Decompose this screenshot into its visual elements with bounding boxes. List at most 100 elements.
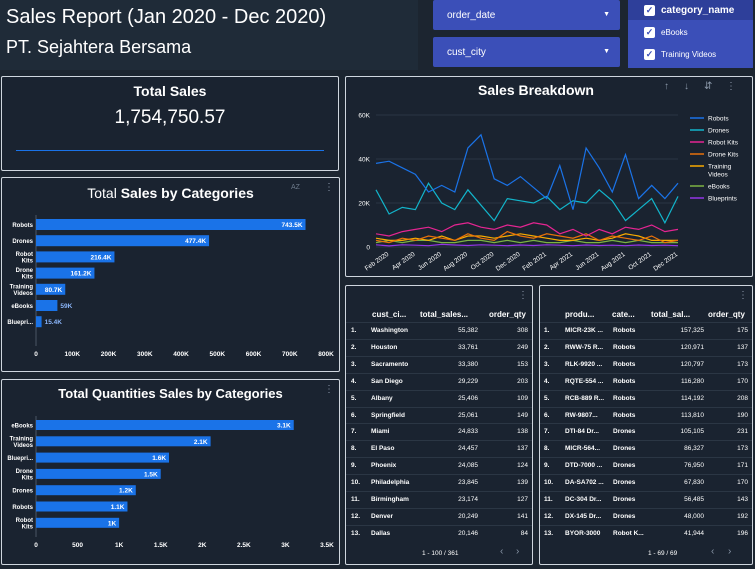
category-option-training-videos[interactable]: ✓ Training Videos [628,44,753,64]
city-table-cell: 149 [517,411,528,419]
column-header-total-sales[interactable]: total_sales... [420,310,468,319]
arrow-down-icon[interactable]: ↓ [684,81,689,92]
next-page-icon[interactable]: › [516,546,519,557]
more-options-icon[interactable]: ⋮ [726,81,736,92]
product-table-row[interactable]: 1. MICR-23K ... Robots 157,325 175 [540,322,752,339]
product-table-row[interactable]: 9. DTD-7000 ... Drones 76,950 171 [540,457,752,474]
product-table-cell: MICR-23K ... [565,327,603,334]
product-table-cell: 12. [544,512,554,520]
breakdown-x-tick-label: Oct 2020 [470,251,496,272]
city-table-cell: 10. [351,479,361,487]
sales-cat-tick-label: 100K [64,351,80,358]
city-table-row[interactable]: 9. Phoenix 24,085 124 [346,457,532,474]
product-table-row[interactable]: 5. RCB-889 R... Robots 114,192 208 [540,389,752,407]
sales-cat-tick-label: 0 [34,351,38,358]
city-table-row[interactable]: 8. El Paso 24,457 137 [346,440,532,457]
product-table-row[interactable]: 4. RQTE-554 ... Robots 116,280 170 [540,372,752,390]
product-table-cell: RQTE-554 ... [565,377,604,385]
city-table-row[interactable]: 10. Philadelphia 23,845 139 [346,474,532,491]
qty-by-categories-chart: Total Quantities Sales by Categories ⋮ 0… [1,379,340,565]
column-header-order-qty[interactable]: order_qty [708,310,745,319]
product-table-row[interactable]: 12. DX-145 Dr... Drones 48,000 192 [540,507,752,525]
prev-page-icon[interactable]: ‹ [711,546,714,557]
qty-cat-category-label: Drone [16,469,34,475]
breakdown-x-tick-label: Aug 2020 [442,251,469,273]
column-header-product[interactable]: produ... [565,310,594,319]
city-table-cell: Denver [371,512,394,520]
city-table-row[interactable]: 2. Houston 33,761 249 [346,338,532,356]
sales-cat-category-label: Bluepri... [7,320,33,326]
product-table-row[interactable]: 6. RW-9807... Robots 113,810 190 [540,406,752,424]
product-table-row[interactable]: 7. DTI-84 Dr... Drones 105,105 231 [540,423,752,440]
chevron-down-icon: ▼ [603,11,610,18]
city-table-row[interactable]: 4. San Diego 29,229 203 [346,372,532,390]
product-table-cell: 173 [737,445,748,453]
qty-cat-data-label: 1.2K [119,488,133,495]
city-table-row[interactable]: 13. Dallas 20,146 84 [346,524,532,542]
city-table-row[interactable]: 3. Sacramento 33,380 153 [346,355,532,373]
arrow-up-icon[interactable]: ↑ [664,81,669,92]
sales-cat-tick-label: 800K [318,351,334,358]
breakdown-x-tick-label: Oct 2021 [627,251,653,272]
qty-cat-category-label: Kits [22,524,34,530]
product-table-row[interactable]: 2. RWW-75 R... Robots 120,971 137 [540,338,752,356]
sales-breakdown-chart: Sales Breakdown ↑ ↓ ⇵ ⋮ 0 20K 40K 60K Feb 20… [345,76,753,277]
column-header-cust-city[interactable]: cust_ci... [372,310,406,319]
product-table-cell: Drones [613,445,636,453]
city-table-cell: Phoenix [371,462,397,470]
order-date-filter[interactable]: order_date ▼ [433,0,620,30]
sort-icon[interactable]: AZ [291,184,300,191]
city-table-cell: Washington [371,327,408,334]
city-table-row[interactable]: 7. Miami 24,833 138 [346,423,532,440]
more-options-icon[interactable]: ⋮ [324,384,334,395]
cust-city-filter[interactable]: cust_city ▼ [433,37,620,67]
sales-cat-tick-label: 600K [246,351,262,358]
column-header-total-sales[interactable]: total_sal... [651,310,690,319]
product-table-cell: Drones [613,479,636,487]
product-table-row[interactable]: 8. MICR-564... Drones 86,327 173 [540,440,752,457]
product-table-row[interactable]: 11. DC-304 Dr... Drones 56,485 143 [540,491,752,508]
more-options-icon[interactable]: ⋮ [738,290,748,301]
product-table-cell: 48,000 [684,512,704,520]
product-table-cell: RW-9807... [565,411,598,419]
sales-by-categories-title-bold: Sales by Categories [120,185,254,201]
city-table-cell: 33,380 [458,360,478,368]
product-table-row[interactable]: 3. RLK-9920 ... Robots 120,797 173 [540,355,752,373]
category-filter-select-all[interactable]: ✓ category_name [628,0,753,20]
city-table-row[interactable]: 5. Albany 25,406 109 [346,389,532,407]
breakdown-x-tick-label: Feb 2020 [364,251,391,273]
product-table-cell: Drones [613,496,636,503]
city-table-row[interactable]: 12. Denver 20,249 141 [346,507,532,525]
category-option-ebooks[interactable]: ✓ eBooks [628,22,753,42]
qty-cat-category-label: Robots [12,505,33,511]
qty-cat-tick-label: 2K [198,542,207,549]
sales-by-categories-chart: Total Sales by Categories AZ ⋮ 0 100K 200K… [1,177,340,372]
more-options-icon[interactable]: ⋮ [518,290,528,301]
city-table-cell: 109 [517,394,528,402]
product-table-cell: 9. [544,462,550,470]
sales-breakdown-plot: 020K40K60KFeb 2020 Apr 2020 Jun 2020 Aug 20… [358,113,739,273]
city-table-row[interactable]: 11. Birmingham 23,174 127 [346,491,532,508]
product-table-cell: 190 [737,411,748,419]
qty-cat-data-label: 1.6K [152,455,166,462]
product-table-row[interactable]: 10. DA-SA702 ... Drones 67,830 170 [540,474,752,491]
city-table-row[interactable]: 1. Washington 55,382 308 [346,322,532,339]
product-table-cell: RCB-889 R... [565,394,605,402]
more-options-icon[interactable]: ⋮ [324,182,334,193]
product-table-cell: 175 [737,327,748,334]
column-header-category[interactable]: cate... [612,310,635,319]
next-page-icon[interactable]: › [728,546,731,557]
city-table-cell: 9. [351,462,357,470]
breakdown-y-tick-label: 0 [366,245,370,252]
report-header: Sales Report (Jan 2020 - Dec 2020) PT. S… [0,0,418,70]
product-table-row[interactable]: 13. BYOR-3000 Robot K... 41,944 196 [540,524,752,542]
column-header-order-qty[interactable]: order_qty [489,310,526,319]
category-filter: ✓ category_name ✓ eBooks ✓ Training Vide… [628,0,753,68]
product-table-cell: 11. [544,496,553,503]
city-table-cell: 5. [351,394,357,402]
city-table-row[interactable]: 6. Springfield 25,061 149 [346,406,532,424]
expand-icon[interactable]: ⇵ [704,81,712,92]
prev-page-icon[interactable]: ‹ [500,546,503,557]
breakdown-legend-label: Robot Kits [708,140,739,147]
product-table-cell: 114,192 [680,394,704,402]
